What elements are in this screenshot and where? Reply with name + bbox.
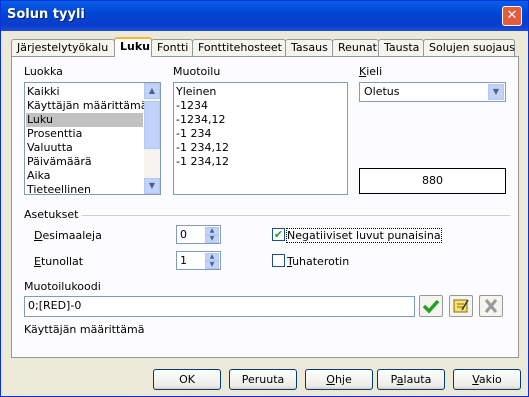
default-button[interactable]: Vakio	[453, 369, 521, 390]
category-label: Luokka	[24, 65, 63, 78]
chevron-down-icon[interactable]: ▼	[488, 84, 504, 100]
spin-up-icon[interactable]: ▲	[205, 227, 219, 235]
close-button[interactable]: ✕	[502, 6, 522, 26]
thousands-sep-checkbox[interactable]	[272, 254, 285, 267]
format-description: Käyttäjän määrittämä	[24, 323, 145, 336]
spin-down-icon[interactable]: ▼	[205, 261, 219, 269]
list-item[interactable]: -1 234,12	[176, 141, 229, 155]
tab-font[interactable]: Fontti	[151, 39, 193, 56]
list-item[interactable]: -1234	[176, 99, 208, 113]
tab-numbers[interactable]: Luku	[114, 37, 152, 57]
format-code-label: Muotoilukoodi	[24, 280, 101, 293]
divider	[82, 215, 510, 216]
tab-borders[interactable]: Reunat	[332, 39, 379, 56]
window-title: Solun tyyli	[7, 7, 85, 22]
thousands-sep-label[interactable]: Tuhaterotin	[287, 255, 349, 268]
list-item[interactable]: Päivämäärä	[27, 155, 92, 169]
tab-font-effects[interactable]: Fonttitehosteet	[192, 39, 286, 56]
delete-icon	[484, 299, 498, 313]
leading-zeros-stepper[interactable]: 1 ▲ ▼	[176, 251, 221, 270]
category-scrollbar[interactable]: ▲ ▼	[144, 83, 160, 194]
list-item[interactable]: -1234,12	[176, 113, 225, 127]
decimals-value: 0	[180, 228, 187, 241]
decimals-label: Desimaaleja	[34, 229, 102, 242]
cancel-button[interactable]: Peruuta	[229, 369, 297, 390]
spin-up-icon[interactable]: ▲	[205, 253, 219, 261]
leading-zeros-value: 1	[180, 254, 187, 267]
negative-red-label[interactable]: Negatiiviset luvut punaisina	[286, 228, 442, 243]
scroll-up-icon[interactable]: ▲	[144, 83, 160, 99]
decimals-stepper[interactable]: 0 ▲ ▼	[176, 225, 221, 244]
list-item[interactable]: Tieteellinen	[27, 183, 91, 194]
tab-alignment[interactable]: Tasaus	[285, 39, 333, 56]
format-list[interactable]: Yleinen -1234 -1234,12 -1 234 -1 234,12 …	[173, 82, 348, 195]
delete-code-button[interactable]	[479, 295, 503, 317]
scroll-thumb[interactable]	[144, 101, 160, 149]
ok-button[interactable]: OK	[153, 369, 221, 390]
negative-red-checkbox[interactable]: ✔	[272, 228, 285, 241]
list-item[interactable]: -1 234,12	[176, 155, 229, 169]
leading-zeros-label: Etunollat	[34, 255, 84, 268]
language-value: Oletus	[364, 85, 400, 98]
reset-button[interactable]: Palauta	[377, 369, 445, 390]
language-select[interactable]: Oletus ▼	[359, 82, 506, 102]
cell-style-dialog: Solun tyyli ✕ Järjestelytyökalu Luku Fon…	[0, 0, 529, 397]
list-item[interactable]: Aika	[27, 169, 51, 183]
preview-box: 880	[359, 168, 506, 194]
title-bar: Solun tyyli ✕	[1, 1, 528, 31]
format-code-input[interactable]: 0;[RED]-0	[24, 296, 415, 317]
help-button[interactable]: Ohje	[305, 369, 373, 390]
format-label: Muotoilu	[173, 65, 221, 78]
list-item[interactable]: Prosenttia	[27, 127, 82, 141]
checkmark-icon	[422, 299, 440, 314]
numbers-panel: Luokka Kaikki Käyttäjän määrittämä Luku …	[11, 56, 519, 358]
list-item[interactable]: -1 234	[176, 127, 211, 141]
list-item[interactable]: Yleinen	[176, 85, 216, 99]
tab-background[interactable]: Tausta	[378, 39, 424, 56]
list-item[interactable]: Käyttäjän määrittämä	[27, 99, 148, 113]
options-heading: Asetukset	[24, 208, 79, 221]
list-item-selected[interactable]: Luku	[26, 113, 143, 127]
list-item[interactable]: Valuutta	[27, 141, 73, 155]
list-item[interactable]: Kaikki	[27, 85, 60, 99]
tab-cell-protection[interactable]: Solujen suojaus	[423, 39, 515, 56]
category-list[interactable]: Kaikki Käyttäjän määrittämä Luku Prosent…	[24, 82, 161, 195]
scroll-down-icon[interactable]: ▼	[144, 178, 160, 194]
tab-organizer[interactable]: Järjestelytyökalu	[11, 39, 115, 56]
language-label-rest: ieli	[366, 65, 383, 78]
comment-edit-icon	[453, 299, 469, 313]
spin-down-icon[interactable]: ▼	[205, 235, 219, 243]
apply-code-button[interactable]	[419, 295, 443, 317]
language-label: Kieli	[359, 65, 383, 78]
edit-comment-button[interactable]	[449, 295, 473, 317]
